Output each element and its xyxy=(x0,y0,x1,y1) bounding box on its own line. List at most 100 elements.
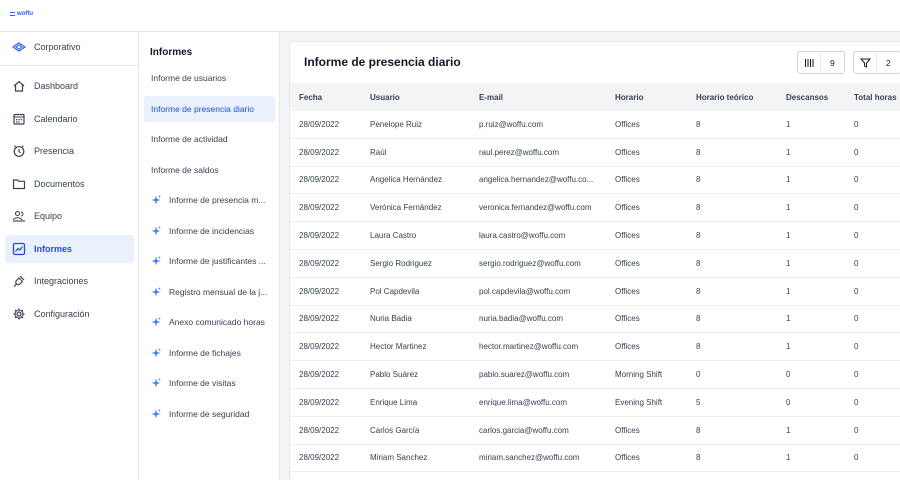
table-cell: Offices xyxy=(615,286,640,296)
sidebar-item-equipo[interactable]: Equipo xyxy=(5,202,134,230)
column-header[interactable]: Horario teórico xyxy=(696,93,786,102)
report-link-label: Informe de saldos xyxy=(151,164,219,175)
table-cell: carlos.garcia@woffu.com xyxy=(479,425,569,435)
columns-button[interactable]: 9 xyxy=(797,51,845,74)
sidebar-item-configuracion[interactable]: Configuración xyxy=(5,300,134,328)
filter-icon xyxy=(854,52,877,73)
report-link-label: Informe de presencia m... xyxy=(169,195,266,205)
sparkle-icon xyxy=(151,317,161,327)
table-cell: Sergio Rodriguez xyxy=(370,258,432,268)
table-cell: Offices xyxy=(615,342,640,352)
report-link[interactable]: Informe de seguridad xyxy=(144,401,275,427)
table-row[interactable]: 28/09/2022 Miriam Sanchez miriam.sanchez@w… xyxy=(290,445,900,473)
table-cell: 1 xyxy=(786,147,791,157)
report-link-label: Informe de seguridad xyxy=(169,408,250,419)
chart-icon xyxy=(12,242,26,255)
filter-button[interactable]: 2 xyxy=(853,51,900,74)
table-cell: Penelope Ruiz xyxy=(370,119,423,129)
report-link[interactable]: Anexo comunicado horas xyxy=(144,309,275,335)
app-logo[interactable]: woffu xyxy=(10,11,33,17)
column-header[interactable]: Usuario xyxy=(370,93,479,102)
table-cell: 0 xyxy=(786,397,791,407)
sidebar-divider xyxy=(0,65,139,66)
column-header[interactable]: Horario xyxy=(615,93,696,102)
calendar-icon xyxy=(13,113,25,125)
table-cell: 8 xyxy=(696,342,701,352)
column-header[interactable]: E-mail xyxy=(479,93,615,102)
sidebar-item-documentos[interactable]: Documentos xyxy=(5,170,134,198)
table-cell: Miriam Sanchez xyxy=(370,453,428,463)
table-row[interactable]: 28/09/2022 Nuria Badia nuria.badia@woffu.c… xyxy=(290,306,900,334)
table-cell: 1 xyxy=(786,342,791,352)
table-cell: Laura Castro xyxy=(370,231,417,241)
page-title: Informe de presencia diario xyxy=(304,55,461,69)
reports-list: Informe de usuarios Informe de presencia … xyxy=(144,65,275,431)
table-row[interactable]: 28/09/2022 Sergio Rodriguez sergio.rodrigu… xyxy=(290,250,900,278)
table-cell: Offices xyxy=(615,425,640,435)
report-link[interactable]: Informe de saldos xyxy=(144,157,275,183)
table-cell: 8 xyxy=(696,175,701,185)
table-cell: 1 xyxy=(786,119,791,129)
report-link[interactable]: Informe de usuarios xyxy=(144,65,275,91)
sidebar-item-informes[interactable]: Informes xyxy=(5,234,134,263)
sparkle-icon xyxy=(151,409,161,418)
table-row[interactable]: 28/09/2022 Laura Castro laura.castro@woffu… xyxy=(290,222,900,250)
table-cell: 8 xyxy=(696,314,701,324)
sidebar-item-calendario[interactable]: Calendario xyxy=(5,105,134,133)
table-cell: 1 xyxy=(786,286,791,296)
report-link[interactable]: Informe de justificantes ... xyxy=(144,248,275,274)
table-row[interactable]: 28/09/2022 Pol Capdevila pol.capdevila@wof… xyxy=(290,278,900,306)
company-selector[interactable]: Corporativo xyxy=(12,42,81,52)
report-link[interactable]: Informe de presencia diario xyxy=(144,95,275,122)
table-cell: 8 xyxy=(696,286,701,296)
table-cell: 28/09/2022 xyxy=(299,203,340,213)
table-cell: 1 xyxy=(786,258,791,268)
report-link[interactable]: Informe de presencia m... xyxy=(144,187,275,213)
table-cell: pol.capdevila@woffu.com xyxy=(479,286,571,296)
sparkle-icon xyxy=(151,226,161,235)
report-link[interactable]: Informe de actividad xyxy=(144,126,275,152)
table-row[interactable]: 28/09/2022 Raúl raul.perez@woffu.com Office… xyxy=(290,139,900,167)
table-row[interactable]: 28/09/2022 Carlos García carlos.garcia@wof… xyxy=(290,417,900,445)
sidebar-item-label: Presencia xyxy=(34,146,75,156)
sidebar-item-integraciones[interactable]: Integraciones xyxy=(5,267,134,295)
column-header[interactable]: Total horas xyxy=(854,93,900,102)
sparkle-icon xyxy=(151,378,161,388)
table-cell: 0 xyxy=(854,258,859,268)
table-cell: Offices xyxy=(615,314,640,324)
table-cell: Carlos García xyxy=(370,425,420,435)
report-link[interactable]: Informe de incidencias xyxy=(144,218,275,244)
table-cell: 8 xyxy=(696,231,701,241)
table-cell: raul.perez@woffu.com xyxy=(479,147,560,157)
sidebar-item-label: Configuración xyxy=(34,308,90,319)
report-link-label: Informe de usuarios xyxy=(151,73,227,83)
report-link-label: Informe de justificantes ... xyxy=(169,256,266,266)
table-row[interactable]: 28/09/2022 Penelope Ruiz p.ruiz@woffu.com O… xyxy=(290,111,900,139)
report-link[interactable]: Informe de fichajes xyxy=(144,340,275,366)
report-link[interactable]: Registro mensual de la j... xyxy=(144,279,275,305)
column-header[interactable]: Fecha xyxy=(290,93,370,102)
filter-count: 2 xyxy=(886,57,891,68)
table-row[interactable]: 28/09/2022 Verónica Fernández veronica.fer… xyxy=(290,194,900,223)
reports-subnav: Informes Informe de usuarios Informe de p… xyxy=(139,32,280,480)
sidebar-item-label: Dashboard xyxy=(34,81,79,91)
company-name: Corporativo xyxy=(34,42,81,52)
table-row[interactable]: 28/09/2022 Hector Martinez hector.martinez… xyxy=(290,333,900,362)
report-link-label: Informe de actividad xyxy=(151,134,228,144)
table-row[interactable]: 28/09/2022 Enrique Lima enrique.lima@woffu… xyxy=(290,389,900,417)
table-row[interactable]: 28/09/2022 Pablo Suárez pablo.suarez@woffu… xyxy=(290,361,900,389)
sparkle-icon xyxy=(151,195,161,205)
table-row[interactable]: 28/09/2022 Angelica Hernández angelica.her… xyxy=(290,167,900,195)
report-link[interactable]: Informe de visitas xyxy=(144,370,275,396)
table-cell: 0 xyxy=(854,203,859,213)
table-cell: Offices xyxy=(615,119,640,129)
sidebar-item-presencia[interactable]: Presencia xyxy=(5,137,134,165)
report-link-label: Informe de presencia diario xyxy=(151,103,255,114)
table-cell: hector.martinez@woffu.com xyxy=(479,342,579,352)
table-cell: 8 xyxy=(696,203,701,213)
table-cell: 1 xyxy=(786,425,791,435)
column-header[interactable]: Descansos xyxy=(786,93,854,102)
table-cell: Raúl xyxy=(370,147,387,157)
gear-icon xyxy=(13,308,25,319)
sidebar-item-dashboard[interactable]: Dashboard xyxy=(5,72,134,100)
